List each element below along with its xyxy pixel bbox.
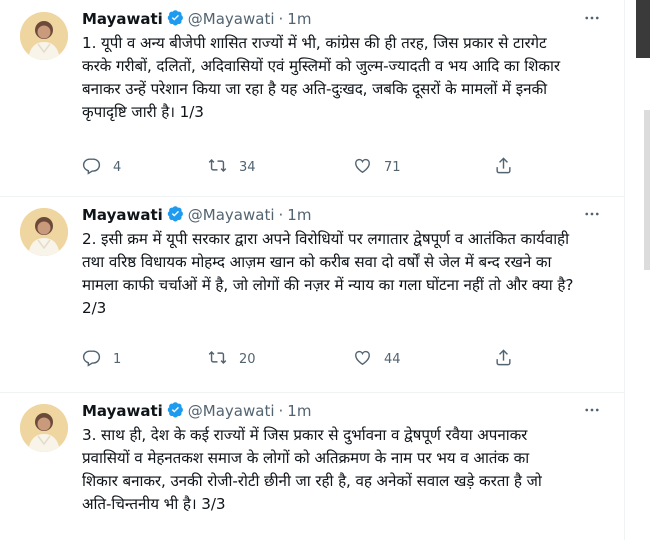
retweet-icon (208, 156, 227, 179)
tweet-header: Mayawati @Mayawati · 1m (82, 8, 311, 30)
author-handle[interactable]: @Mayawati (188, 206, 275, 224)
timestamp[interactable]: 1m (287, 402, 311, 420)
adjacent-page-edge (628, 0, 650, 540)
separator-dot: · (278, 10, 284, 28)
more-horizontal-icon[interactable] (582, 400, 602, 420)
timestamp[interactable]: 1m (287, 206, 311, 224)
timestamp[interactable]: 1m (287, 10, 311, 28)
more-horizontal-icon[interactable] (582, 8, 602, 28)
avatar[interactable] (20, 12, 68, 60)
retweet-icon (208, 348, 227, 371)
share-button[interactable] (494, 348, 513, 371)
verified-badge-icon (167, 401, 184, 422)
reply-icon (82, 156, 101, 179)
like-count: 71 (384, 160, 401, 175)
share-button[interactable] (494, 156, 513, 179)
author-handle[interactable]: @Mayawati (188, 402, 275, 420)
retweet-count: 34 (239, 160, 256, 175)
like-button[interactable]: 71 (353, 156, 401, 179)
tweet-3[interactable]: Mayawati @Mayawati · 1m 3. साथ ही, देश क… (0, 392, 624, 540)
tweet-header: Mayawati @Mayawati · 1m (82, 204, 311, 226)
verified-badge-icon (167, 205, 184, 226)
retweet-button[interactable]: 20 (208, 348, 256, 371)
reply-icon (82, 348, 101, 371)
adjacent-image-fragment (636, 0, 650, 58)
tweet-text: 3. साथ ही, देश के कई राज्यों में जिस प्र… (82, 426, 542, 513)
tweet-feed: Mayawati @Mayawati · 1m 1. यूपी व अन्य ब… (0, 0, 625, 540)
tweet-2[interactable]: Mayawati @Mayawati · 1m 2. इसी क्रम में … (0, 196, 624, 393)
separator-dot: · (278, 402, 284, 420)
share-icon (494, 348, 513, 371)
reply-button[interactable]: 4 (82, 156, 121, 179)
author-name[interactable]: Mayawati (82, 10, 163, 28)
retweet-button[interactable]: 34 (208, 156, 256, 179)
adjacent-image-fragment (644, 110, 650, 270)
reply-count: 4 (113, 160, 122, 175)
tweet-header: Mayawati @Mayawati · 1m (82, 400, 311, 422)
reply-button[interactable]: 1 (82, 348, 121, 371)
tweet-1[interactable]: Mayawati @Mayawati · 1m 1. यूपी व अन्य ब… (0, 0, 624, 197)
avatar[interactable] (20, 404, 68, 452)
like-button[interactable]: 44 (353, 348, 401, 371)
reply-count: 1 (113, 352, 122, 367)
tweet-text: 2. इसी क्रम में यूपी सरकार द्वारा अपने व… (82, 230, 574, 317)
heart-icon (353, 156, 372, 179)
verified-badge-icon (167, 9, 184, 30)
tweet-text: 1. यूपी व अन्य बीजेपी शासित राज्यों में … (82, 34, 560, 121)
tweet-actions: 4 34 71 (82, 156, 511, 180)
author-name[interactable]: Mayawati (82, 206, 163, 224)
separator-dot: · (278, 206, 284, 224)
like-count: 44 (384, 352, 401, 367)
author-name[interactable]: Mayawati (82, 402, 163, 420)
share-icon (494, 156, 513, 179)
heart-icon (353, 348, 372, 371)
tweet-actions: 1 20 44 (82, 348, 511, 372)
retweet-count: 20 (239, 352, 256, 367)
author-handle[interactable]: @Mayawati (188, 10, 275, 28)
more-horizontal-icon[interactable] (582, 204, 602, 224)
avatar[interactable] (20, 208, 68, 256)
